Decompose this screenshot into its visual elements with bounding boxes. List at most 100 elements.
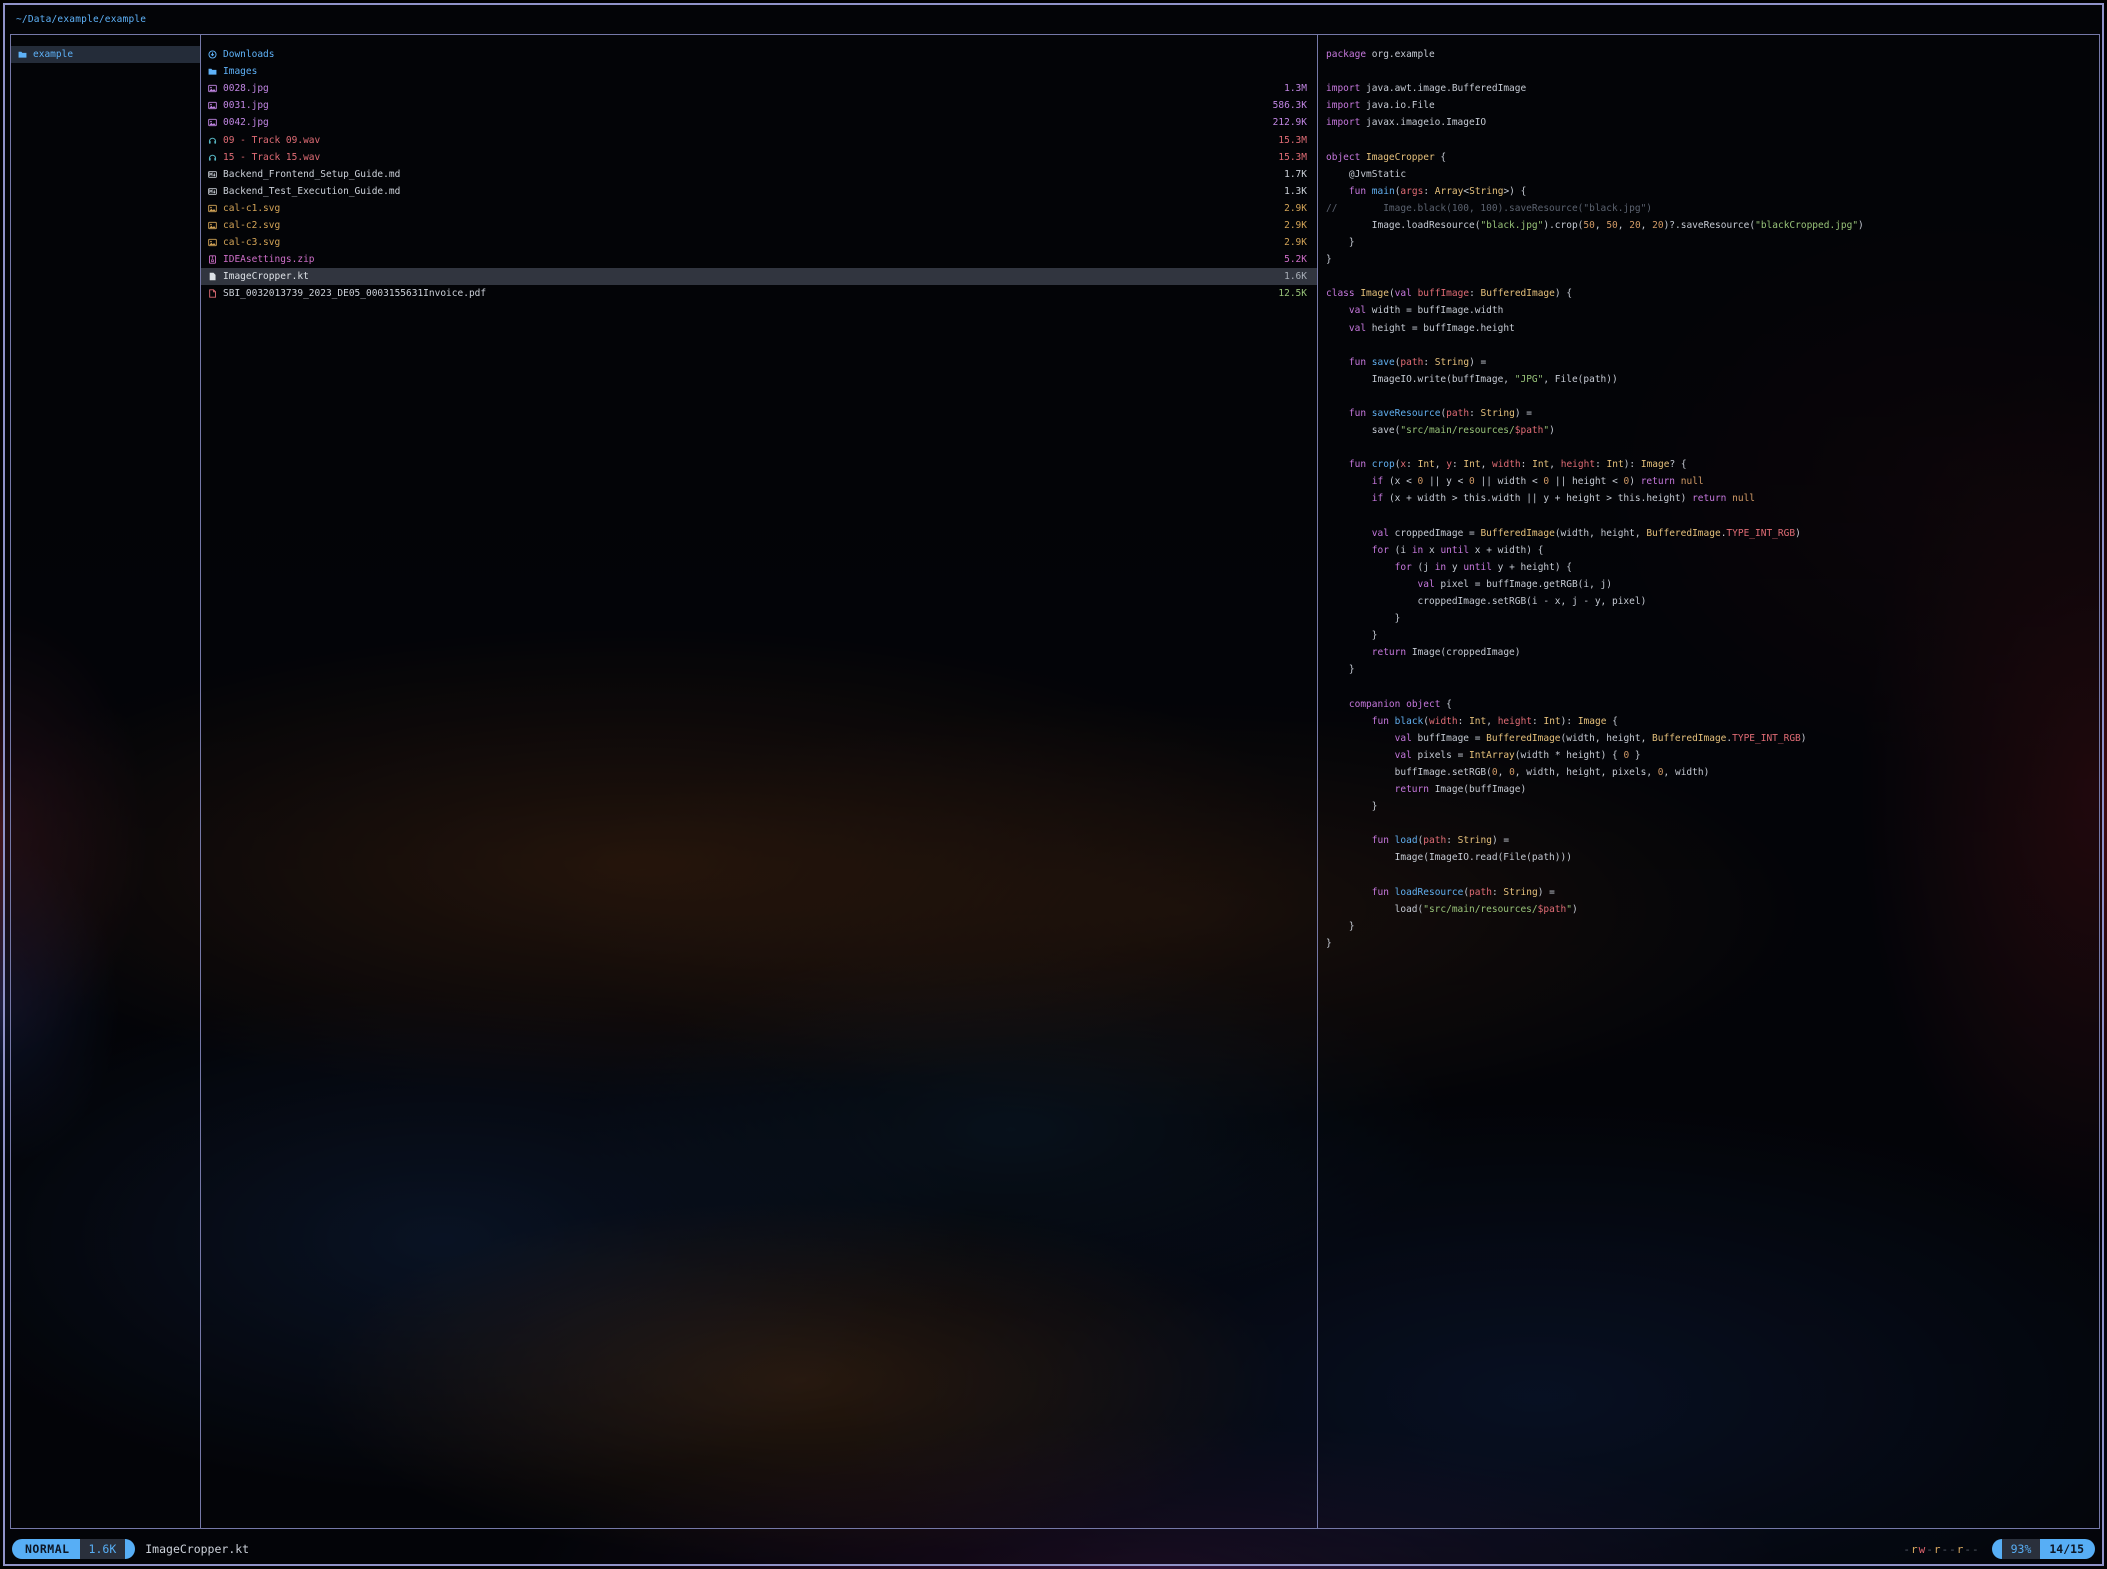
file-name: cal-c3.svg: [223, 237, 1276, 248]
cursor-position: 14/15: [2040, 1539, 2095, 1559]
audio-icon: [208, 153, 217, 162]
scroll-percent: 93%: [2002, 1539, 2041, 1559]
file-item-row[interactable]: 15 - Track 15.wav15.3M: [201, 149, 1317, 166]
code-line: companion object {: [1318, 696, 2099, 713]
file-size: 1.3M: [1284, 83, 1307, 94]
file-size: 5.2K: [1284, 254, 1307, 265]
code-line: [1318, 388, 2099, 405]
file-name: cal-c2.svg: [223, 220, 1276, 231]
file-item-row[interactable]: Backend_Frontend_Setup_Guide.md 1.7K: [201, 166, 1317, 183]
archive-icon: [208, 255, 217, 264]
file-size: 1.6K: [1284, 271, 1307, 282]
code-line: ImageIO.write(buffImage, "JPG", File(pat…: [1318, 371, 2099, 388]
image-icon: [208, 238, 217, 247]
code-line: load("src/main/resources/$path"): [1318, 901, 2099, 918]
powerline-cap-icon: [125, 1539, 135, 1559]
file-item-row[interactable]: 09 - Track 09.wav 15.3M: [201, 131, 1317, 148]
file-icon: [208, 272, 217, 281]
code-line: @JvmStatic: [1318, 166, 2099, 183]
parent-item-row[interactable]: example: [11, 46, 200, 63]
audio-icon: [208, 136, 217, 145]
code-line: croppedImage.setRGB(i - x, j - y, pixel): [1318, 593, 2099, 610]
code-line: fun save(path: String) =: [1318, 354, 2099, 371]
file-name: Downloads: [223, 49, 1307, 60]
file-item-row[interactable]: IDEAsettings.zip 5.2K: [201, 251, 1317, 268]
code-line: fun main(args: Array<String>) {: [1318, 183, 2099, 200]
file-size: 2.9K: [1284, 220, 1307, 231]
code-line: buffImage.setRGB(0, 0, width, height, pi…: [1318, 764, 2099, 781]
file-list-pane[interactable]: Downloads Images 0028.jpg 1.3M 0031.jpg 586.3…: [201, 35, 1317, 1528]
file-item-row[interactable]: 0042.jpg212.9K: [201, 114, 1317, 131]
powerline-cap-icon: [1992, 1539, 2002, 1559]
hovered-file-size: 1.6K: [80, 1539, 126, 1559]
code-line: val height = buffImage.height: [1318, 320, 2099, 337]
code-line: return Image(buffImage): [1318, 781, 2099, 798]
file-name: 09 - Track 09.wav: [223, 135, 1270, 146]
code-line: if (x + width > this.width || y + height…: [1318, 490, 2099, 507]
file-item-row[interactable]: SBI_0032013739_2023_DE05_0003155631Invoi…: [201, 285, 1317, 302]
code-line: [1318, 268, 2099, 285]
status-left-group: NORMAL 1.6K ImageCropper.kt: [12, 1539, 249, 1559]
code-line: [1318, 867, 2099, 884]
pdf-icon: [208, 289, 217, 298]
file-name: 0028.jpg: [223, 83, 1276, 94]
code-line: val pixels = IntArray(width * height) { …: [1318, 747, 2099, 764]
code-line: val croppedImage = BufferedImage(width, …: [1318, 525, 2099, 542]
hovered-file-name: ImageCropper.kt: [145, 1542, 249, 1556]
image-icon: [208, 221, 217, 230]
file-item-row[interactable]: cal-c2.svg 2.9K: [201, 217, 1317, 234]
breadcrumb-path: ~/Data/example/example: [16, 10, 146, 30]
file-size: 15.3M: [1278, 152, 1307, 163]
status-bar: NORMAL 1.6K ImageCropper.kt -rw-r--r-- 9…: [5, 1537, 2102, 1561]
file-name: Images: [223, 66, 1307, 77]
code-line: for (j in y until y + height) {: [1318, 559, 2099, 576]
code-line: }: [1318, 661, 2099, 678]
code-preview-pane[interactable]: package org.example import java.awt.imag…: [1318, 35, 2099, 1528]
file-size: 1.7K: [1284, 169, 1307, 180]
file-item-row[interactable]: cal-c3.svg2.9K: [201, 234, 1317, 251]
file-item-row[interactable]: Downloads: [201, 46, 1317, 63]
code-line: save("src/main/resources/$path"): [1318, 422, 2099, 439]
file-name: 0031.jpg: [223, 100, 1265, 111]
file-name: Backend_Test_Execution_Guide.md: [223, 186, 1276, 197]
file-name: Backend_Frontend_Setup_Guide.md: [223, 169, 1276, 180]
code-line: [1318, 131, 2099, 148]
file-item-row[interactable]: Images: [201, 63, 1317, 80]
download-folder-icon: [208, 50, 217, 59]
file-size: 15.3M: [1278, 135, 1307, 146]
code-line: return Image(croppedImage): [1318, 644, 2099, 661]
file-item-row[interactable]: 0031.jpg 586.3K: [201, 97, 1317, 114]
file-name: SBI_0032013739_2023_DE05_0003155631Invoi…: [223, 288, 1270, 299]
code-line: }: [1318, 234, 2099, 251]
markdown-icon: [208, 170, 217, 179]
code-line: val width = buffImage.width: [1318, 302, 2099, 319]
code-line: class Image(val buffImage: BufferedImage…: [1318, 285, 2099, 302]
code-line: fun black(width: Int, height: Int): Imag…: [1318, 713, 2099, 730]
file-item-row[interactable]: cal-c1.svg2.9K: [201, 200, 1317, 217]
code-line: }: [1318, 798, 2099, 815]
parent-directory-pane[interactable]: example: [11, 35, 200, 1528]
code-line: [1318, 815, 2099, 832]
terminal-window: ~/Data/example/example example Downloads…: [3, 3, 2104, 1566]
code-line: import javax.imageio.ImageIO: [1318, 114, 2099, 131]
file-item-row[interactable]: Backend_Test_Execution_Guide.md 1.3K: [201, 183, 1317, 200]
file-item-row[interactable]: ImageCropper.kt 1.6K: [201, 268, 1317, 285]
code-line: import java.io.File: [1318, 97, 2099, 114]
yazi-panels: example Downloads Images 0028.jpg 1.3M 0031.…: [10, 34, 2100, 1529]
folder-icon: [208, 67, 217, 76]
code-line: [1318, 439, 2099, 456]
code-line: }: [1318, 610, 2099, 627]
code-line: if (x < 0 || y < 0 || width < 0 || heigh…: [1318, 473, 2099, 490]
file-size: 1.3K: [1284, 186, 1307, 197]
file-name: ImageCropper.kt: [223, 271, 1276, 282]
code-line: Image(ImageIO.read(File(path))): [1318, 849, 2099, 866]
file-name: cal-c1.svg: [223, 203, 1276, 214]
code-line: for (i in x until x + width) {: [1318, 542, 2099, 559]
status-right-group: -rw-r--r-- 93% 14/15: [1903, 1539, 2095, 1559]
file-item-row[interactable]: 0028.jpg 1.3M: [201, 80, 1317, 97]
code-line: // Image.black(100, 100).saveResource("b…: [1318, 200, 2099, 217]
code-line: fun crop(x: Int, y: Int, width: Int, hei…: [1318, 456, 2099, 473]
code-line: object ImageCropper {: [1318, 149, 2099, 166]
file-size: 586.3K: [1273, 100, 1307, 111]
file-name: IDEAsettings.zip: [223, 254, 1276, 265]
